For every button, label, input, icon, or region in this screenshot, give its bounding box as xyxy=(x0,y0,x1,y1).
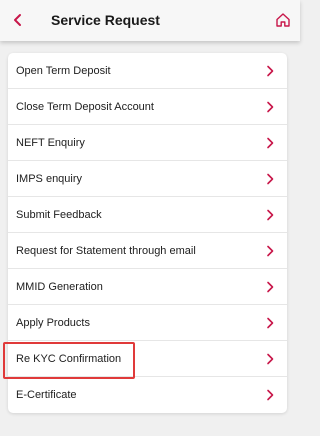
app-header: Service Request xyxy=(0,0,300,41)
chevron-right-icon xyxy=(267,317,274,329)
menu-item-label: NEFT Enquiry xyxy=(16,137,85,149)
chevron-right-icon xyxy=(267,137,274,149)
home-button[interactable] xyxy=(270,7,296,33)
menu-item-label: Request for Statement through email xyxy=(16,245,196,257)
menu-item-label: Open Term Deposit xyxy=(16,65,111,77)
chevron-right-icon xyxy=(267,101,274,113)
menu-item-label: Close Term Deposit Account xyxy=(16,101,154,113)
menu-item-label: Submit Feedback xyxy=(16,209,102,221)
menu-item-re-kyc-confirmation[interactable]: Re KYC Confirmation xyxy=(8,341,287,377)
chevron-right-icon xyxy=(267,281,274,293)
menu-item-neft-enquiry[interactable]: NEFT Enquiry xyxy=(8,125,287,161)
menu-item-label: Apply Products xyxy=(16,317,90,329)
chevron-right-icon xyxy=(267,173,274,185)
menu-item-statement-through-email[interactable]: Request for Statement through email xyxy=(8,233,287,269)
menu-item-mmid-generation[interactable]: MMID Generation xyxy=(8,269,287,305)
menu-item-label: Re KYC Confirmation xyxy=(16,353,122,365)
back-button[interactable] xyxy=(4,6,32,34)
menu-item-open-term-deposit[interactable]: Open Term Deposit xyxy=(8,53,287,89)
service-request-card: Open Term Deposit Close Term Deposit Acc… xyxy=(8,53,287,413)
chevron-right-icon xyxy=(267,245,274,257)
chevron-right-icon xyxy=(267,389,274,401)
menu-item-e-certificate[interactable]: E-Certificate xyxy=(8,377,287,413)
chevron-right-icon xyxy=(267,65,274,77)
menu-item-close-term-deposit-account[interactable]: Close Term Deposit Account xyxy=(8,89,287,125)
menu-item-label: IMPS enquiry xyxy=(16,173,83,185)
menu-item-apply-products[interactable]: Apply Products xyxy=(8,305,287,341)
home-icon xyxy=(276,13,290,27)
chevron-right-icon xyxy=(267,353,274,365)
menu-item-imps-enquiry[interactable]: IMPS enquiry xyxy=(8,161,287,197)
menu-item-submit-feedback[interactable]: Submit Feedback xyxy=(8,197,287,233)
chevron-left-icon xyxy=(14,14,21,26)
page-title: Service Request xyxy=(51,12,160,28)
menu-item-label: E-Certificate xyxy=(16,389,77,401)
service-menu-list: Open Term Deposit Close Term Deposit Acc… xyxy=(8,53,287,413)
menu-item-label: MMID Generation xyxy=(16,281,103,293)
chevron-right-icon xyxy=(267,209,274,221)
